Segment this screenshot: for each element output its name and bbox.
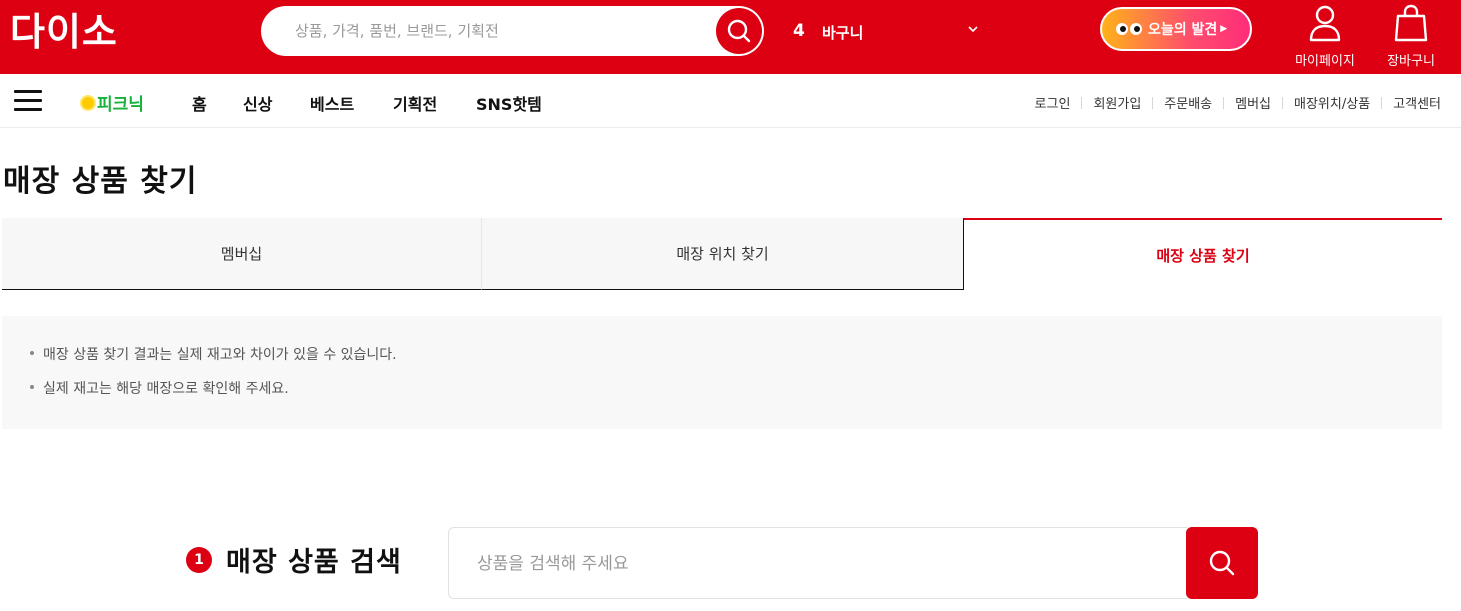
- hamburger-menu-icon[interactable]: [14, 90, 42, 112]
- page-title: 매장 상품 찾기: [3, 164, 198, 199]
- search-step-heading: 1 매장 상품 검색: [186, 540, 402, 579]
- tab-bar: 멤버십 매장 위치 찾기 매장 상품 찾기: [2, 218, 1442, 290]
- search-icon: [1209, 550, 1235, 576]
- header-search-button[interactable]: [716, 8, 762, 54]
- divider: [1381, 96, 1383, 109]
- divider: [1282, 96, 1284, 109]
- util-orders[interactable]: 주문배송: [1164, 93, 1212, 112]
- util-customer-center[interactable]: 고객센터: [1393, 93, 1441, 112]
- header-search: [261, 6, 764, 56]
- shopping-bag-label: 장바구니: [1387, 54, 1435, 69]
- daiso-logo[interactable]: 다이소: [10, 10, 118, 54]
- notice-item: 매장 상품 찾기 결과는 실제 재고와 차이가 있을 수 있습니다.: [30, 344, 1442, 364]
- notice-item: 실제 재고는 해당 매장으로 확인해 주세요.: [30, 378, 1442, 398]
- chevron-down-icon[interactable]: [966, 22, 980, 36]
- tab-membership[interactable]: 멤버십: [2, 218, 482, 290]
- nav-best[interactable]: 베스트: [310, 91, 354, 115]
- product-search-field: [448, 527, 1188, 599]
- cart-count: 4: [793, 21, 805, 41]
- tab-store-product[interactable]: 매장 상품 찾기: [963, 218, 1442, 290]
- nav-new[interactable]: 신상: [243, 91, 272, 115]
- shopping-bag-button[interactable]: 장바구니: [1378, 4, 1444, 69]
- eyes-icon: [1116, 23, 1142, 35]
- tab-store-location[interactable]: 매장 위치 찾기: [482, 218, 963, 290]
- mypage-label: 마이페이지: [1295, 54, 1355, 69]
- shopping-bag-icon: [1394, 4, 1428, 42]
- product-search-input[interactable]: [477, 550, 1157, 578]
- divider: [1152, 96, 1154, 109]
- util-store-location[interactable]: 매장위치/상품: [1294, 93, 1370, 112]
- search-icon: [727, 19, 751, 43]
- play-arrow-icon: ▶: [1220, 24, 1228, 34]
- nav-home[interactable]: 홈: [192, 91, 207, 115]
- nav-picnic[interactable]: 피크닉: [82, 90, 144, 115]
- nav-sns-hot[interactable]: SNS핫템: [476, 91, 542, 115]
- main-navigation: 피크닉 홈 신상 베스트 기획전 SNS핫템 로그인 회원가입 주문배송 멤버십…: [0, 74, 1461, 128]
- util-signup[interactable]: 회원가입: [1093, 93, 1141, 112]
- product-search-button[interactable]: [1186, 527, 1258, 599]
- util-membership[interactable]: 멤버십: [1235, 93, 1271, 112]
- today-discovery-label: 오늘의 발견: [1148, 22, 1218, 38]
- mypage-button[interactable]: 마이페이지: [1289, 4, 1361, 69]
- step-number-badge: 1: [186, 546, 212, 573]
- sun-icon: [82, 96, 94, 109]
- header-search-input[interactable]: [295, 18, 695, 44]
- divider: [1081, 96, 1083, 109]
- top-header: 다이소 4 바구니 오늘의 발견 ▶ 마이페이지 장바구니: [0, 0, 1461, 74]
- notice-box: 매장 상품 찾기 결과는 실제 재고와 차이가 있을 수 있습니다. 실제 재고…: [2, 316, 1442, 429]
- util-login[interactable]: 로그인: [1035, 93, 1071, 112]
- nav-picnic-label: 피크닉: [97, 95, 144, 115]
- user-icon: [1309, 5, 1341, 42]
- divider: [1223, 96, 1225, 109]
- search-step-label: 매장 상품 검색: [226, 547, 402, 578]
- cart-dropdown-label[interactable]: 바구니: [822, 22, 863, 43]
- today-discovery-button[interactable]: 오늘의 발견 ▶: [1100, 7, 1252, 51]
- nav-exhibition[interactable]: 기획전: [393, 91, 437, 115]
- utility-links: 로그인 회원가입 주문배송 멤버십 매장위치/상품 고객센터: [1035, 93, 1441, 112]
